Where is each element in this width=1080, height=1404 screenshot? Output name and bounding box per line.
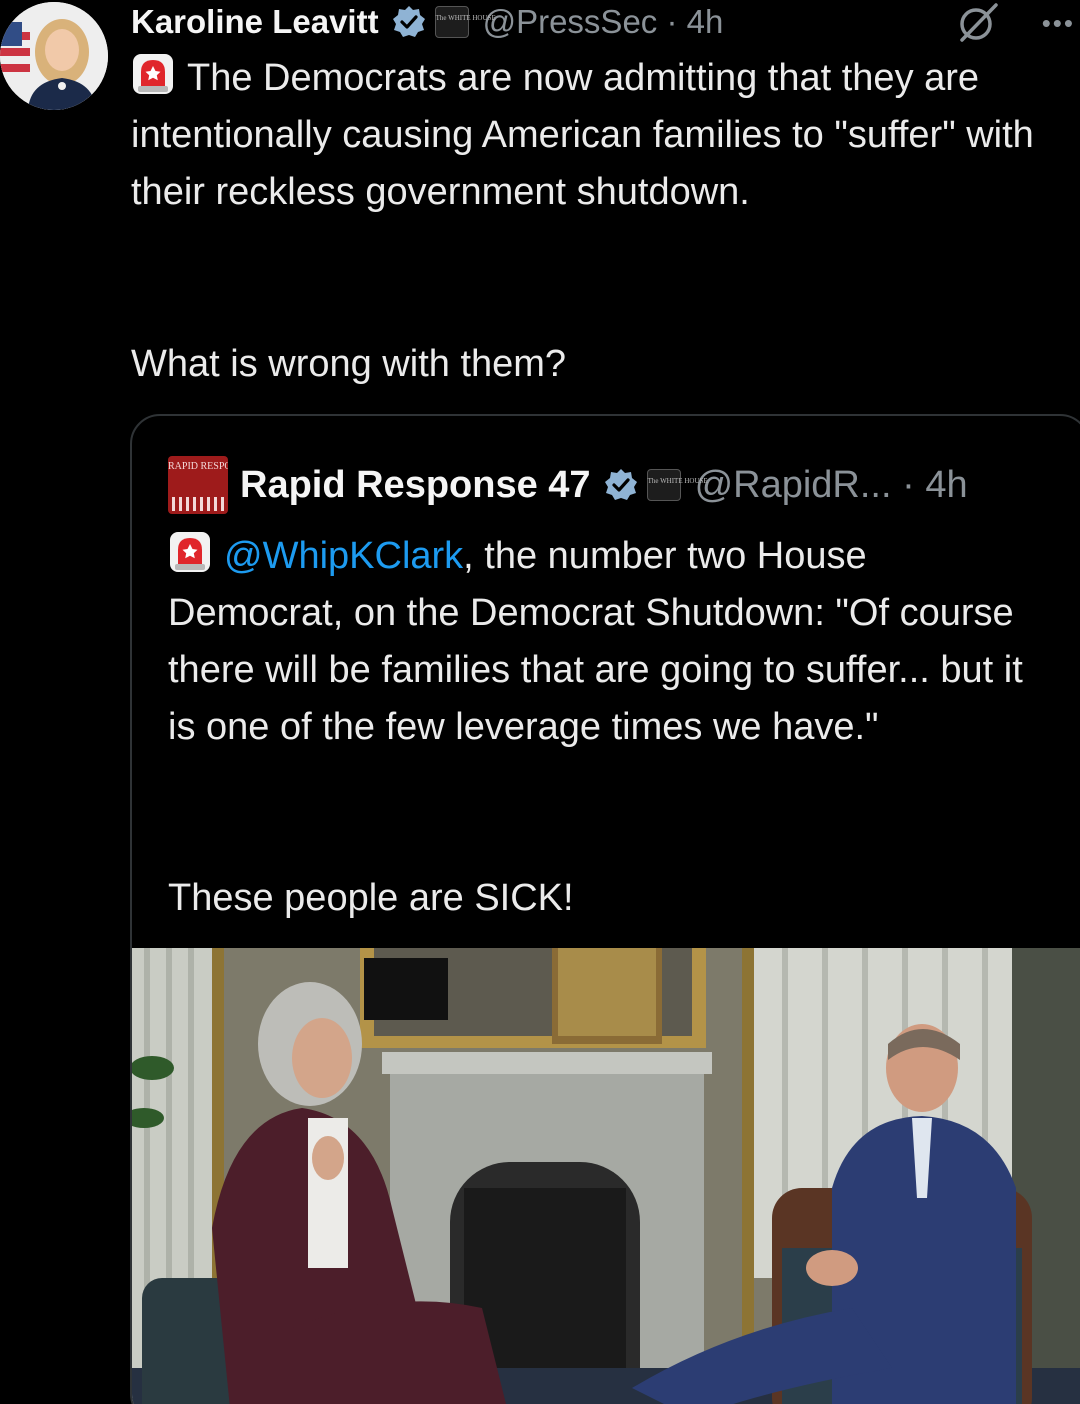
white-house-affiliation-icon[interactable]: The WHITE HOUSE (646, 469, 708, 501)
post: Karoline Leavitt The WHITE HOUSE @PressS… (0, 0, 1080, 1404)
handle-text: @PressSec (482, 3, 658, 40)
avatar[interactable] (0, 2, 108, 110)
quoted-post-time: 4h (925, 463, 968, 506)
grok-icon[interactable] (956, 2, 1000, 42)
white-house-affiliation-icon[interactable]: The WHITE HOUSE (434, 6, 496, 38)
quoted-post[interactable]: RAPID RESPONSE Rapid Response 47 The WHI… (130, 414, 1080, 1404)
verified-badge-icon (391, 4, 427, 40)
quoted-post-header: RAPID RESPONSE Rapid Response 47 The WHI… (168, 456, 1068, 514)
post-text-second: What is wrong with them? (131, 343, 567, 385)
post-text-main: The Democrats are now admitting that the… (131, 57, 1034, 213)
quoted-handle-text: @RapidR... (694, 463, 892, 506)
mention-link[interactable]: @WhipKClark (224, 535, 463, 577)
author-handle[interactable]: @PressSec · 4h (483, 3, 724, 41)
quoted-avatar[interactable]: RAPID RESPONSE (168, 456, 228, 514)
rotating-light-icon (131, 52, 175, 96)
affiliation-label: The WHITE HOUSE (647, 477, 708, 485)
quoted-author-name[interactable]: Rapid Response 47 (240, 464, 591, 507)
white-house-columns (172, 497, 224, 511)
quoted-text-second: These people are SICK! (168, 877, 574, 919)
post-text: The Democrats are now admitting that the… (131, 50, 1061, 221)
post-header: Karoline Leavitt The WHITE HOUSE @PressS… (131, 0, 1071, 44)
more-dots-icon[interactable]: ••• (1042, 8, 1075, 39)
quoted-post-text: @WhipKClark, the number two House Democr… (168, 528, 1048, 756)
quoted-video-thumbnail[interactable] (132, 948, 1080, 1404)
author-name[interactable]: Karoline Leavitt (131, 3, 379, 41)
post-time: 4h (686, 3, 724, 40)
verified-badge-icon (603, 467, 639, 503)
affiliation-label: The WHITE HOUSE (435, 14, 496, 22)
rotating-light-icon (168, 530, 212, 574)
rapid-response-logo-text: RAPID RESPONSE (168, 461, 228, 472)
quoted-author-handle[interactable]: @RapidR... · 4h (695, 464, 968, 507)
